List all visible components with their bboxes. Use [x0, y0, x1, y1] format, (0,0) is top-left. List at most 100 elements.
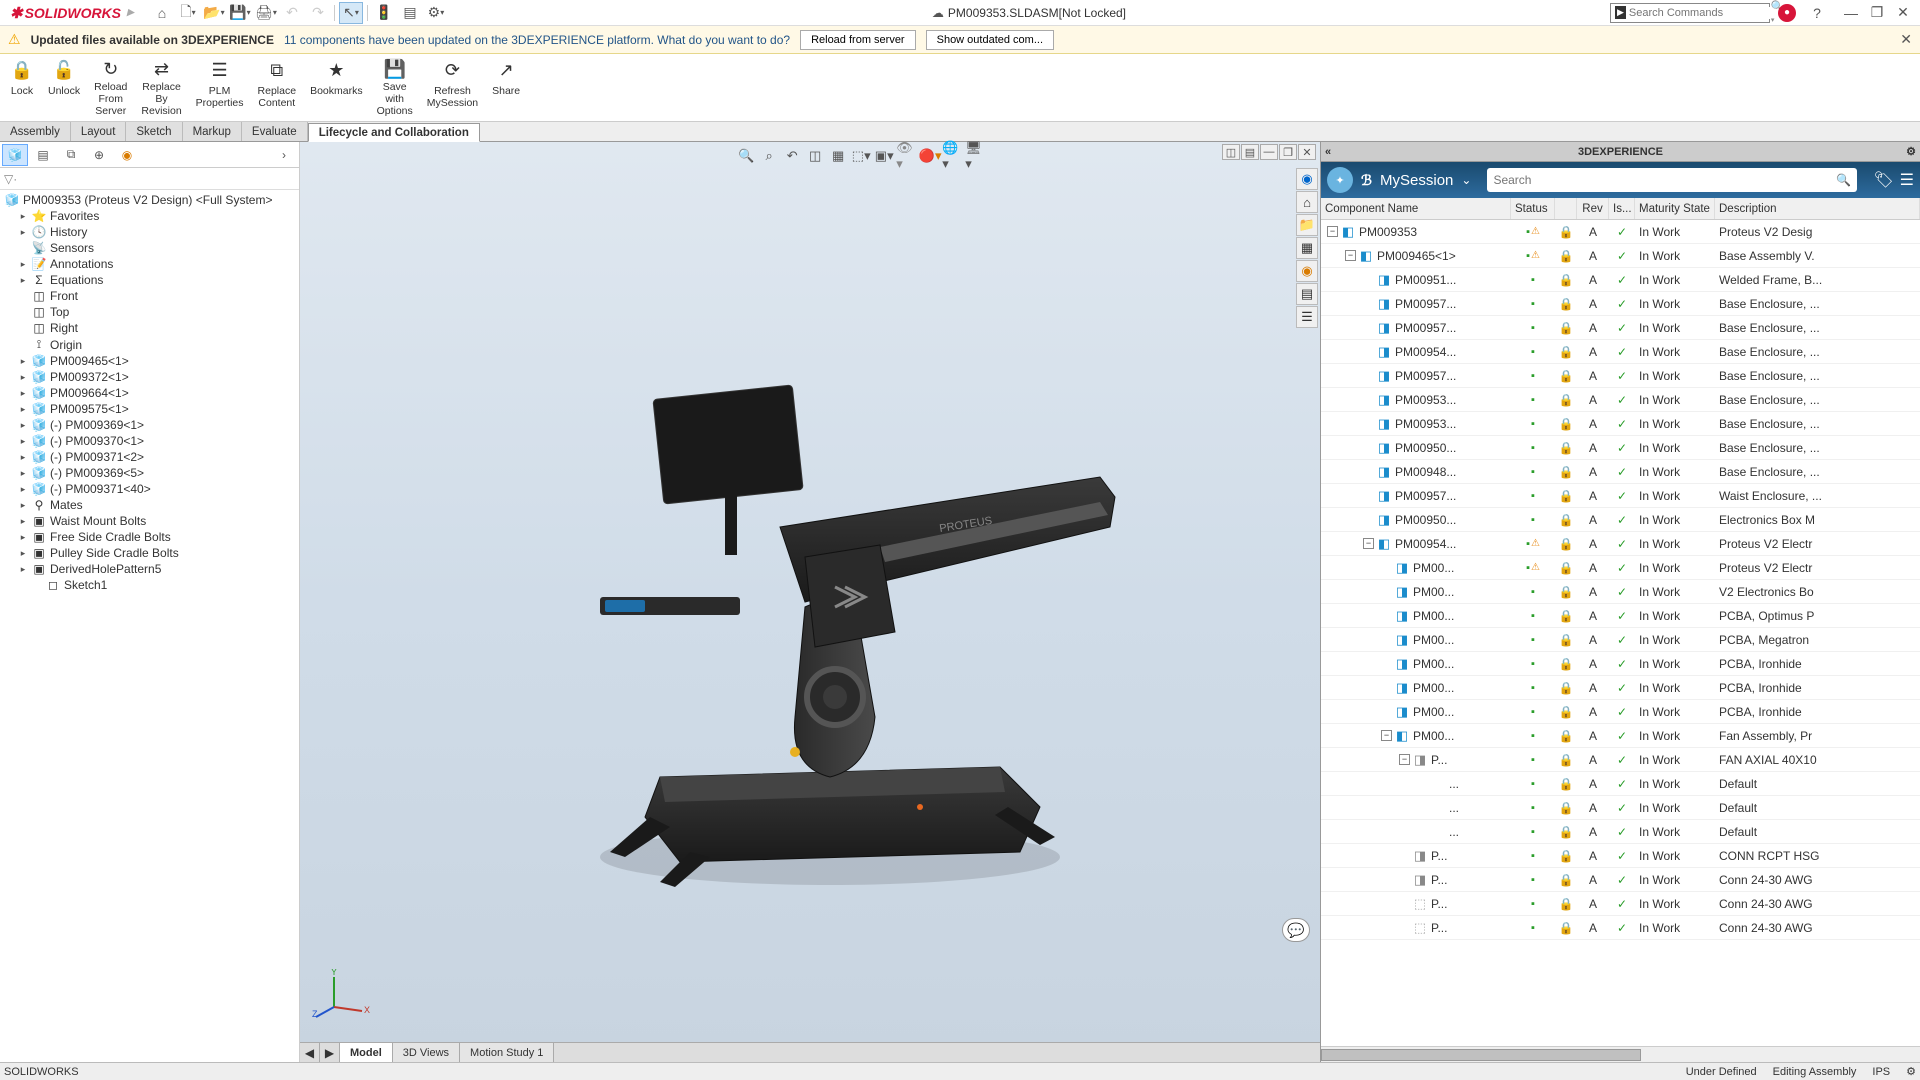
- reload-from-server-button[interactable]: Reload from server: [800, 30, 916, 50]
- menu-icon[interactable]: ☰: [1900, 170, 1914, 190]
- tab-evaluate[interactable]: Evaluate: [242, 122, 308, 141]
- 3dx-search-input[interactable]: [1493, 173, 1836, 187]
- tab-markup[interactable]: Markup: [183, 122, 242, 141]
- tree-item[interactable]: ▸📝Annotations: [0, 256, 299, 272]
- tree-item[interactable]: ▸⚲Mates: [0, 497, 299, 513]
- expand-icon[interactable]: −: [1363, 538, 1374, 549]
- expand-icon[interactable]: ▸: [18, 564, 28, 575]
- refresh-button[interactable]: ⟳RefreshMySession: [421, 57, 484, 119]
- tree-item[interactable]: 📡Sensors: [0, 240, 299, 256]
- tab-assembly[interactable]: Assembly: [0, 122, 71, 141]
- col-description[interactable]: Description: [1715, 198, 1920, 219]
- appearance-icon[interactable]: 🔴▾: [919, 146, 941, 166]
- table-row[interactable]: ◨PM00... ▪ 🔒 A ✓ In Work PCBA, Megatron: [1321, 628, 1920, 652]
- tree-item[interactable]: ▸🧊(-) PM009369<5>: [0, 465, 299, 481]
- rebuild-icon[interactable]: ▤: [398, 2, 422, 24]
- expand-icon[interactable]: ▸: [18, 484, 28, 495]
- print-icon[interactable]: 🖨▾: [254, 2, 278, 24]
- reload-button[interactable]: ↻ReloadFromServer: [88, 57, 133, 119]
- table-row[interactable]: ◨PM00948... ▪ 🔒 A ✓ In Work Base Enclosu…: [1321, 460, 1920, 484]
- col-is[interactable]: Is...: [1609, 198, 1635, 219]
- table-row[interactable]: ◨PM00957... ▪ 🔒 A ✓ In Work Waist Enclos…: [1321, 484, 1920, 508]
- search-icon[interactable]: 🔍: [1836, 173, 1851, 187]
- dynamic-icon[interactable]: ▦: [827, 146, 849, 166]
- col-lock[interactable]: [1555, 198, 1577, 219]
- view-orient-icon[interactable]: ⬚▾: [850, 146, 872, 166]
- undo-icon[interactable]: ↶: [280, 2, 304, 24]
- table-row[interactable]: −◧PM009465<1> ▪⚠ 🔒 A ✓ In Work Base Asse…: [1321, 244, 1920, 268]
- plm-button[interactable]: ☰PLMProperties: [190, 57, 250, 119]
- 3dx-grid[interactable]: −◧PM009353 ▪⚠ 🔒 A ✓ In Work Proteus V2 D…: [1321, 220, 1920, 1046]
- config-manager-icon[interactable]: ⧉: [58, 144, 84, 166]
- vp-tile-icon[interactable]: ▤: [1241, 144, 1259, 160]
- table-row[interactable]: ◨PM00... ▪ 🔒 A ✓ In Work PCBA, Ironhide: [1321, 700, 1920, 724]
- save-button[interactable]: 💾SavewithOptions: [371, 57, 419, 119]
- close-button[interactable]: ✕: [1890, 2, 1916, 24]
- table-row[interactable]: ◨PM00953... ▪ 🔒 A ✓ In Work Base Enclosu…: [1321, 412, 1920, 436]
- table-row[interactable]: ⬚P... ▪ 🔒 A ✓ In Work Conn 24-30 AWG: [1321, 892, 1920, 916]
- help-icon[interactable]: ?: [1804, 2, 1830, 24]
- expand-icon[interactable]: −: [1345, 250, 1356, 261]
- tree-item[interactable]: ◫Front: [0, 288, 299, 304]
- expand-icon[interactable]: ▸: [18, 259, 28, 270]
- table-row[interactable]: ... ▪ 🔒 A ✓ In Work Default: [1321, 796, 1920, 820]
- tree-item[interactable]: ▸⭐Favorites: [0, 208, 299, 224]
- expand-icon[interactable]: −: [1381, 730, 1392, 741]
- property-manager-icon[interactable]: ▤: [30, 144, 56, 166]
- feature-tree[interactable]: 🧊 PM009353 (Proteus V2 Design) <Full Sys…: [0, 190, 299, 1062]
- show-outdated-button[interactable]: Show outdated com...: [926, 30, 1054, 50]
- motion-study-tab[interactable]: Motion Study 1: [460, 1043, 554, 1062]
- table-row[interactable]: −◨P... ▪ 🔒 A ✓ In Work FAN AXIAL 40X10: [1321, 748, 1920, 772]
- tree-item[interactable]: ▸ΣEquations: [0, 272, 299, 288]
- tree-item[interactable]: ◻Sketch1: [0, 577, 299, 593]
- options-icon[interactable]: ⚙▾: [424, 2, 448, 24]
- bookmarks-button[interactable]: ★Bookmarks: [304, 57, 369, 119]
- close-notification-button[interactable]: ✕: [1900, 31, 1912, 48]
- 3d-views-tab[interactable]: 3D Views: [393, 1043, 460, 1062]
- expand-icon[interactable]: ▸: [18, 275, 28, 286]
- dimxpert-icon[interactable]: ⊕: [86, 144, 112, 166]
- expand-tree-icon[interactable]: ›: [271, 144, 297, 166]
- col-maturity[interactable]: Maturity State: [1635, 198, 1715, 219]
- model-tab[interactable]: Model: [340, 1043, 393, 1062]
- table-row[interactable]: ◨PM00... ▪ 🔒 A ✓ In Work PCBA, Ironhide: [1321, 676, 1920, 700]
- lock-button[interactable]: 🔒Lock: [4, 57, 40, 119]
- prev-view-icon[interactable]: ↶: [781, 146, 803, 166]
- tree-item[interactable]: ▸🧊PM009465<1>: [0, 353, 299, 369]
- col-status[interactable]: Status: [1511, 198, 1555, 219]
- scene-icon[interactable]: 🌐▾: [942, 146, 964, 166]
- vp-restore-icon[interactable]: ❐: [1279, 144, 1297, 160]
- vp-new-window-icon[interactable]: ◫: [1222, 144, 1240, 160]
- tree-item[interactable]: ▸🧊PM009372<1>: [0, 369, 299, 385]
- expand-icon[interactable]: ▸: [18, 436, 28, 447]
- session-dropdown-icon[interactable]: ⌄: [1461, 173, 1471, 187]
- table-row[interactable]: ◨P... ▪ 🔒 A ✓ In Work Conn 24-30 AWG: [1321, 868, 1920, 892]
- zoom-area-icon[interactable]: ⌕: [758, 146, 780, 166]
- expand-icon[interactable]: ▸: [18, 548, 28, 559]
- table-row[interactable]: ◨PM00957... ▪ 🔒 A ✓ In Work Base Enclosu…: [1321, 292, 1920, 316]
- status-gear-icon[interactable]: ⚙: [1906, 1065, 1916, 1078]
- tree-item[interactable]: ▸▣Pulley Side Cradle Bolts: [0, 545, 299, 561]
- expand-icon[interactable]: ▸: [18, 211, 28, 222]
- expand-icon[interactable]: ▸: [18, 404, 28, 415]
- hide-show-icon[interactable]: 👁▾: [896, 146, 918, 166]
- expand-icon[interactable]: ▸: [18, 420, 28, 431]
- tree-item[interactable]: ▸🧊(-) PM009370<1>: [0, 433, 299, 449]
- table-row[interactable]: ◨PM00... ▪ 🔒 A ✓ In Work PCBA, Optimus P: [1321, 604, 1920, 628]
- compass-icon[interactable]: ✦: [1327, 167, 1353, 193]
- display-manager-icon[interactable]: ◉: [114, 144, 140, 166]
- feedback-icon[interactable]: 💬: [1282, 918, 1310, 942]
- expand-icon[interactable]: ▸: [18, 452, 28, 463]
- tree-item[interactable]: ▸▣Free Side Cradle Bolts: [0, 529, 299, 545]
- table-row[interactable]: ◨P... ▪ 🔒 A ✓ In Work CONN RCPT HSG: [1321, 844, 1920, 868]
- table-row[interactable]: ◨PM00957... ▪ 🔒 A ✓ In Work Base Enclosu…: [1321, 316, 1920, 340]
- table-row[interactable]: ... ▪ 🔒 A ✓ In Work Default: [1321, 772, 1920, 796]
- display-style-icon[interactable]: ▣▾: [873, 146, 895, 166]
- expand-icon[interactable]: ▸: [18, 356, 28, 367]
- tab-layout[interactable]: Layout: [71, 122, 127, 141]
- tree-item[interactable]: ▸🧊PM009664<1>: [0, 385, 299, 401]
- 3dx-hscroll[interactable]: [1321, 1046, 1920, 1062]
- unlock-button[interactable]: 🔓Unlock: [42, 57, 86, 119]
- tree-item[interactable]: ▸▣Waist Mount Bolts: [0, 513, 299, 529]
- tree-item[interactable]: ▸🧊(-) PM009369<1>: [0, 417, 299, 433]
